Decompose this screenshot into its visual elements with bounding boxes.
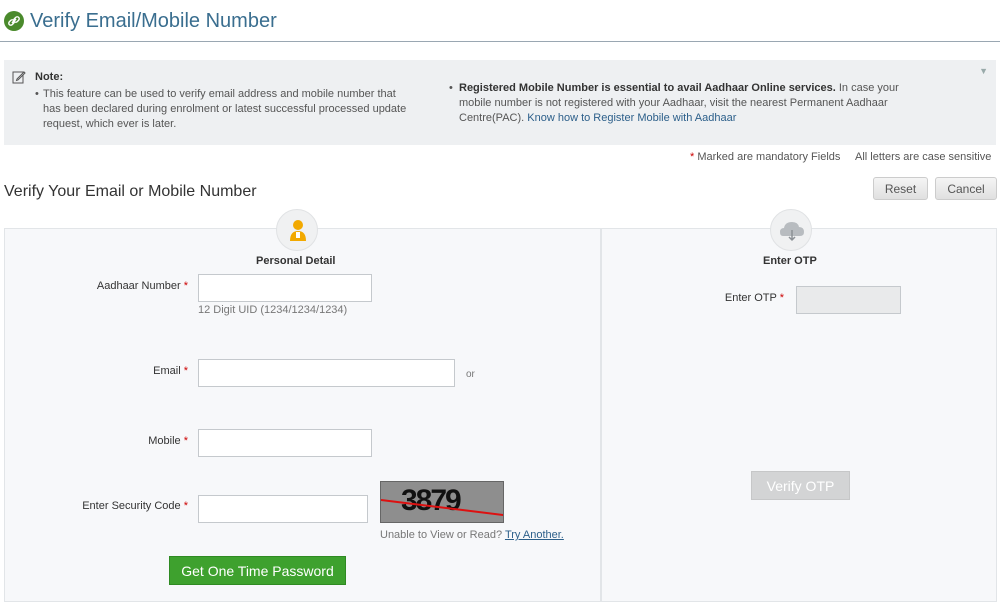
mandatory-info: * Marked are mandatory Fields: [690, 151, 840, 163]
page-title: Verify Email/Mobile Number: [30, 10, 277, 32]
otp-input[interactable]: [796, 286, 901, 314]
mobile-label: Mobile *: [60, 435, 188, 447]
or-text: or: [466, 369, 475, 380]
aadhaar-hint: 12 Digit UID (1234/1234/1234): [198, 304, 348, 316]
required-star: *: [183, 435, 188, 447]
captcha-hint-text: Unable to View or Read?: [380, 529, 505, 541]
email-label-text: Email: [153, 365, 181, 377]
note-right-bold: Registered Mobile Number is essential to…: [459, 82, 836, 94]
verify-otp-button[interactable]: Verify OTP: [751, 471, 850, 500]
security-code-input[interactable]: [198, 495, 368, 523]
otp-label: Enter OTP *: [700, 292, 784, 304]
pencil-icon: [12, 70, 26, 84]
note-left-item: This feature can be used to verify email…: [35, 87, 415, 132]
mobile-label-text: Mobile: [148, 435, 181, 447]
note-right-item: Registered Mobile Number is essential to…: [449, 81, 909, 126]
cancel-button[interactable]: Cancel: [935, 177, 997, 200]
required-star: *: [183, 280, 188, 292]
note-title: Note:: [35, 71, 64, 83]
security-code-label-text: Enter Security Code: [82, 500, 181, 512]
person-icon: [276, 209, 318, 251]
mandatory-text: Marked are mandatory Fields: [694, 151, 841, 163]
required-star: *: [183, 365, 188, 377]
aadhaar-input[interactable]: [198, 274, 372, 302]
case-sensitive-info: All letters are case sensitive: [855, 151, 992, 163]
captcha-text: 3879: [401, 484, 462, 517]
try-another-link[interactable]: Try Another.: [505, 529, 564, 541]
mobile-field[interactable]: [198, 429, 372, 457]
note-right-list: Registered Mobile Number is essential to…: [449, 81, 909, 126]
note-box: Note: This feature can be used to verify…: [4, 60, 996, 145]
aadhaar-label-text: Aadhaar Number: [96, 280, 181, 292]
required-star: *: [183, 500, 188, 512]
otp-label-text: Enter OTP: [724, 292, 777, 304]
page-header: Verify Email/Mobile Number: [0, 0, 1000, 42]
otp-panel: [601, 228, 997, 602]
reset-button[interactable]: Reset: [873, 177, 928, 200]
note-left-list: This feature can be used to verify email…: [35, 87, 415, 132]
aadhaar-label: Aadhaar Number *: [60, 280, 188, 292]
get-otp-button[interactable]: Get One Time Password: [169, 556, 346, 585]
email-field[interactable]: [198, 359, 455, 387]
personal-detail-title: Personal Detail: [256, 255, 336, 267]
cloud-icon: [770, 209, 812, 251]
enter-otp-title: Enter OTP: [763, 255, 817, 267]
required-star: *: [779, 292, 784, 304]
captcha-image: 3879: [380, 481, 504, 523]
triangle-down-icon[interactable]: ▼: [979, 66, 988, 76]
register-mobile-link[interactable]: Know how to Register Mobile with Aadhaar: [527, 112, 736, 124]
captcha-hint: Unable to View or Read? Try Another.: [380, 529, 564, 541]
email-label: Email *: [60, 365, 188, 377]
link-icon: [4, 11, 24, 31]
section-title: Verify Your Email or Mobile Number: [4, 183, 257, 200]
security-code-label: Enter Security Code *: [40, 500, 188, 512]
